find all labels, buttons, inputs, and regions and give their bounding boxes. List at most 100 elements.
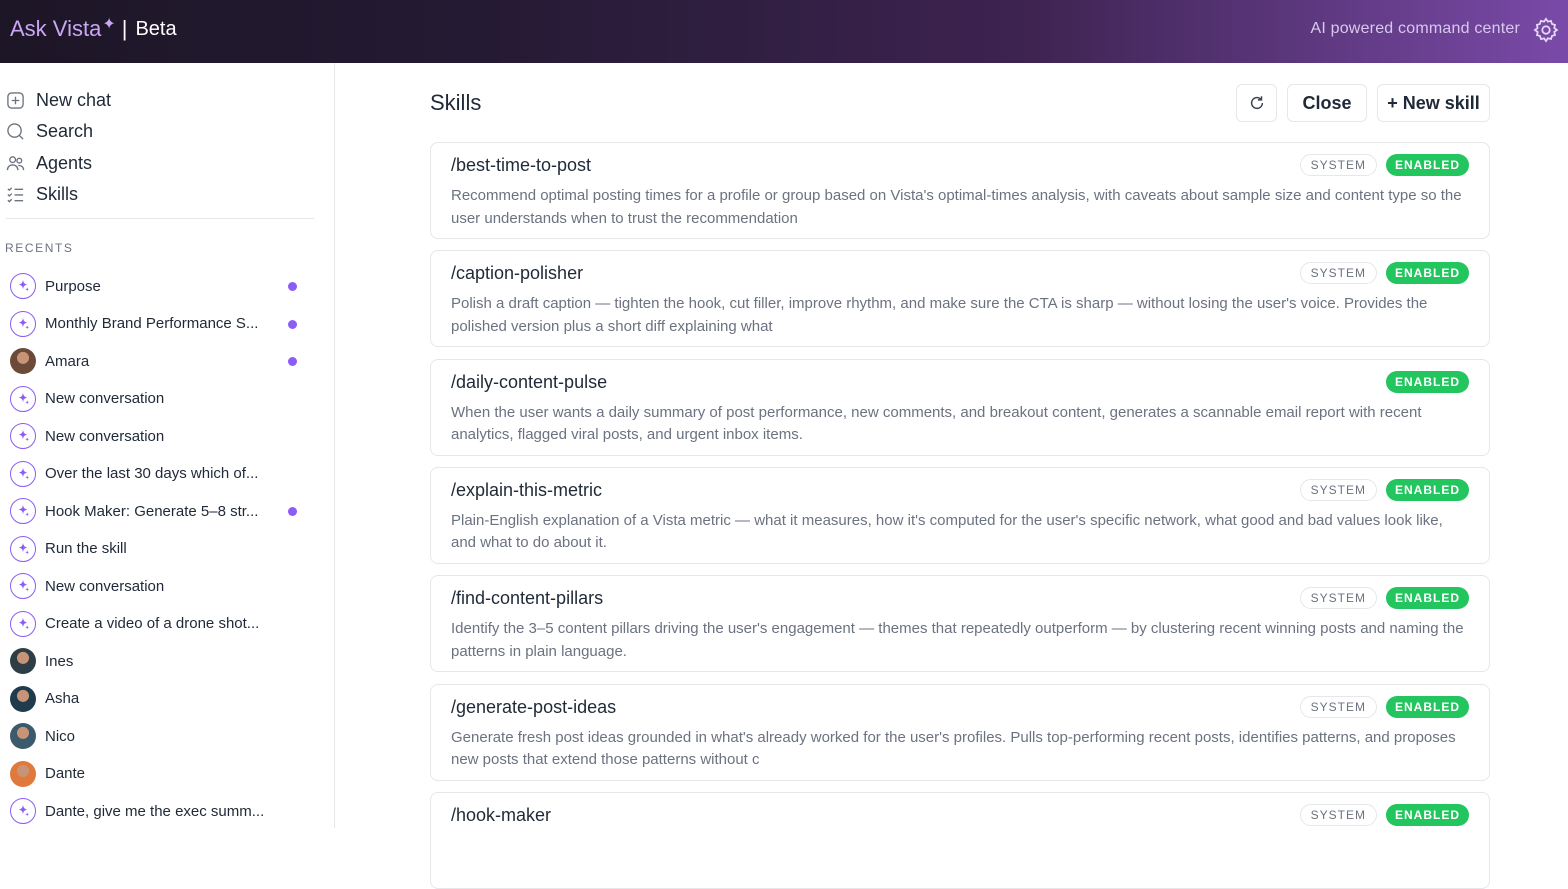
close-button[interactable]: Close (1287, 84, 1367, 122)
recent-item[interactable]: New conversation (10, 573, 300, 599)
agents-icon (6, 156, 25, 171)
skill-card[interactable]: /hook-maker SYSTEM ENABLED (430, 791, 1490, 889)
new-chat-icon (7, 92, 24, 109)
recent-title: Dante (45, 765, 86, 782)
recent-title: New conversation (45, 577, 165, 595)
system-badge: SYSTEM (1299, 803, 1377, 826)
sidebar-divider (6, 218, 314, 219)
skill-name: /explain-this-metric (451, 479, 603, 500)
nav-label: New chat (36, 90, 112, 110)
nav-label: Skills (36, 184, 79, 204)
sparkle-icon (10, 498, 36, 524)
status-badge: ENABLED (1386, 370, 1469, 393)
skill-card[interactable]: /best-time-to-post SYSTEM ENABLED Recommend… (430, 142, 1490, 239)
unread-indicator (288, 282, 297, 291)
recent-title: Hook Maker: Generate 5–8 str... (45, 502, 259, 520)
sparkle-icon (10, 460, 36, 487)
skill-description: Plain-English explanation of a Vista met… (451, 511, 1443, 552)
system-badge: SYSTEM (1299, 154, 1377, 176)
nav-label: Agents (36, 153, 93, 173)
avatar (10, 723, 36, 749)
sparkle-icon (10, 535, 36, 562)
brand-logo[interactable]: Ask Vista ✦ | Beta (10, 16, 177, 42)
skill-card[interactable]: /explain-this-metric SYSTEM ENABLED Plain-E… (430, 466, 1490, 564)
nav-agents[interactable]: Agents (6, 153, 92, 174)
recent-title: Monthly Brand Performance S... (45, 315, 259, 332)
recent-item[interactable]: Dante, give me the exec summ... (10, 798, 300, 824)
sparkle-icon: ✦ (102, 16, 116, 33)
skill-name: /find-content-pillars (451, 588, 604, 609)
recent-item[interactable]: Asha (10, 685, 300, 712)
recent-item[interactable]: Over the last 30 days which of... (10, 460, 300, 487)
recent-item[interactable]: Ines (10, 648, 300, 674)
status-badge: ENABLED (1386, 262, 1469, 285)
sparkle-icon (10, 798, 36, 824)
recent-title: Run the skill (45, 540, 127, 557)
recent-item[interactable]: Nico (10, 723, 300, 749)
skill-name: /caption-polisher (451, 263, 584, 284)
avatar (10, 348, 36, 374)
recent-item[interactable]: Amara (10, 348, 300, 374)
skill-name: /generate-post-ideas (451, 696, 617, 717)
unread-indicator (288, 507, 297, 516)
system-badge: SYSTEM (1299, 478, 1377, 501)
refresh-button[interactable] (1236, 84, 1277, 122)
recent-item[interactable]: Hook Maker: Generate 5–8 str... (10, 498, 300, 524)
avatar (10, 685, 36, 712)
sidebar: New chat Search Agents Skills RECENTS Pu… (0, 63, 335, 828)
new-skill-button[interactable]: + New skill (1377, 84, 1490, 122)
skill-name: /hook-maker (451, 804, 552, 825)
avatar (10, 648, 36, 674)
skill-description: When the user wants a daily summary of p… (451, 403, 1422, 444)
recent-title: Ines (45, 652, 74, 670)
nav-new-chat[interactable]: New chat (6, 90, 111, 111)
skill-card[interactable]: /generate-post-ideas SYSTEM ENABLED Generat… (430, 683, 1490, 781)
skill-description: Generate fresh post ideas grounded in wh… (451, 728, 1456, 769)
skills-list-icon (7, 187, 24, 203)
recent-title: Dante, give me the exec summ... (45, 802, 265, 820)
brand-separator: | (121, 16, 128, 41)
recent-title: Nico (45, 727, 76, 745)
skill-card[interactable]: /daily-content-pulse ENABLED When the user… (430, 358, 1490, 456)
skill-card[interactable]: /caption-polisher SYSTEM ENABLED Polish a d… (430, 250, 1490, 348)
nav-label: Search (36, 121, 94, 141)
recent-title: Create a video of a drone shot... (45, 615, 260, 632)
recent-item[interactable]: New conversation (10, 423, 300, 449)
skill-card[interactable]: /find-content-pillars SYSTEM ENABLED Identi… (430, 575, 1490, 673)
recent-item[interactable]: New conversation (10, 385, 300, 412)
recent-item[interactable]: Dante (10, 760, 300, 787)
sparkle-icon (10, 573, 36, 599)
skill-description: Polish a draft caption — tighten the hoo… (451, 295, 1428, 335)
beta-label: Beta (135, 17, 177, 40)
skill-name: /daily-content-pulse (451, 371, 608, 392)
recent-title: Over the last 30 days which of... (45, 465, 259, 482)
avatar (10, 760, 36, 787)
sparkle-icon (10, 273, 36, 299)
recent-title: Purpose (45, 277, 101, 295)
sparkle-icon (10, 310, 36, 337)
refresh-icon (1250, 96, 1263, 110)
unread-indicator (288, 319, 297, 329)
nav-skills[interactable]: Skills (6, 184, 78, 205)
recent-title: New conversation (45, 427, 165, 445)
skill-description: Recommend optimal posting times for a pr… (451, 187, 1462, 227)
skill-description: Identify the 3–5 content pillars driving… (451, 620, 1464, 660)
top-bar: Ask Vista ✦ | Beta AI powered command ce… (0, 0, 1568, 63)
recent-item[interactable]: Create a video of a drone shot... (10, 610, 300, 637)
status-badge: ENABLED (1386, 478, 1469, 501)
sparkle-icon (10, 385, 36, 412)
recent-item[interactable]: Run the skill (10, 535, 300, 562)
page-title: Skills (430, 90, 482, 115)
brand-name: Ask Vista (10, 16, 102, 41)
status-badge: ENABLED (1386, 587, 1469, 610)
search-icon (7, 123, 24, 140)
system-badge: SYSTEM (1299, 262, 1377, 285)
gear-icon[interactable] (1532, 16, 1560, 44)
recent-item[interactable]: Monthly Brand Performance S... (10, 310, 300, 337)
recents-heading: RECENTS (5, 241, 74, 255)
recent-title: New conversation (45, 390, 165, 407)
nav-search[interactable]: Search (6, 121, 93, 142)
recent-item[interactable]: Purpose (10, 273, 300, 299)
status-badge: ENABLED (1386, 154, 1469, 176)
skill-name: /best-time-to-post (451, 155, 592, 175)
